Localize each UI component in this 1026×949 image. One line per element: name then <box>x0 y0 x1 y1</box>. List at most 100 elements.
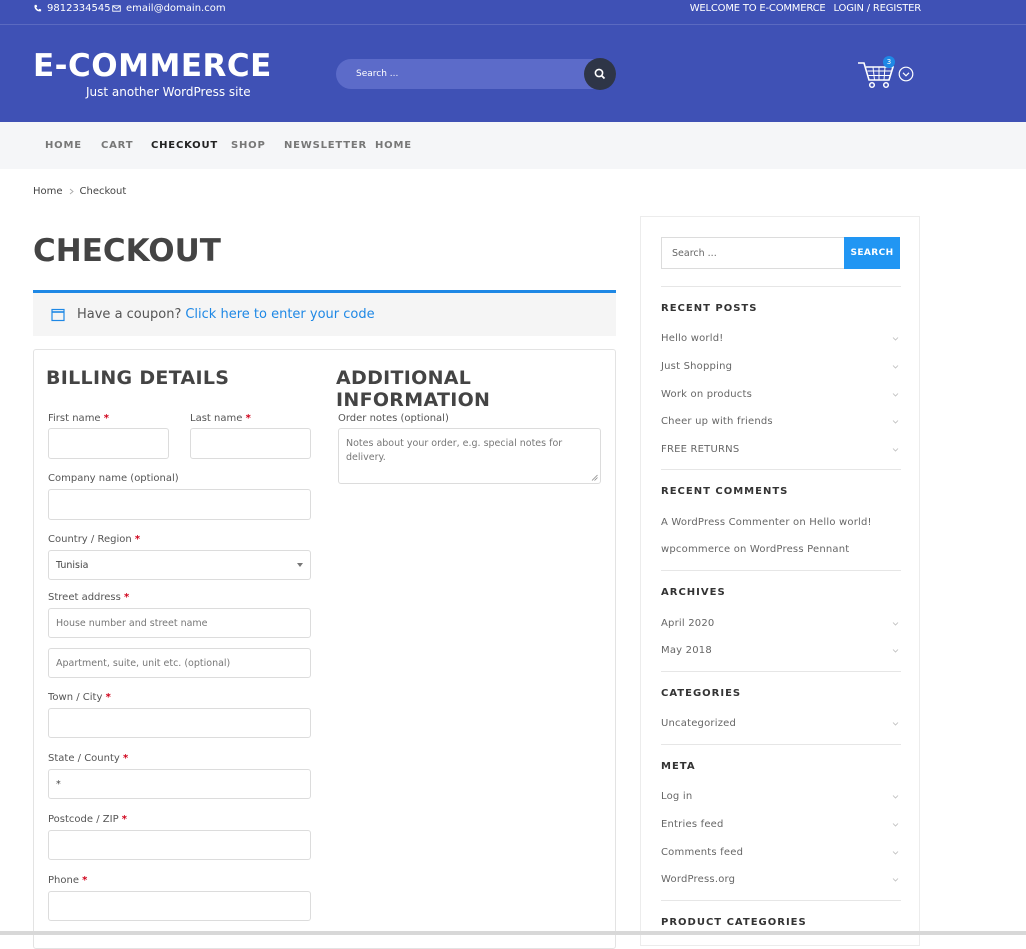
breadcrumb-current: Checkout <box>79 186 127 197</box>
header-search-input[interactable] <box>336 59 586 89</box>
divider <box>661 469 901 470</box>
chevron-down-icon <box>892 420 899 424</box>
category-item[interactable]: Uncategorized <box>661 718 901 729</box>
recent-posts-title: RECENT POSTS <box>661 303 758 314</box>
archive-item[interactable]: April 2020 <box>661 618 901 629</box>
recent-post-item[interactable]: Hello world! <box>661 333 901 344</box>
country-select[interactable]: Tunisia <box>48 550 311 580</box>
archive-label: April 2020 <box>661 618 715 629</box>
breadcrumb: Home Checkout <box>33 186 126 197</box>
company-field[interactable] <box>48 489 311 520</box>
meta-item[interactable]: Entries feed <box>661 819 901 830</box>
required-mark: * <box>124 592 130 603</box>
chevron-down-icon <box>892 393 899 397</box>
recent-post-label: Work on products <box>661 389 753 400</box>
sidebar-search-button[interactable]: SEARCH <box>844 237 900 269</box>
street-label-text: Street address <box>48 592 121 603</box>
categories-title: CATEGORIES <box>661 688 742 699</box>
chevron-down-icon <box>892 878 899 882</box>
meta-label: Entries feed <box>661 819 724 830</box>
street-address-2-field[interactable]: Apartment, suite, unit etc. (optional) <box>48 648 311 678</box>
sidebar-search-input[interactable]: Search ... <box>661 237 845 269</box>
recent-post-label: Hello world! <box>661 333 724 344</box>
checkout-form: BILLING DETAILS ADDITIONAL INFORMATION F… <box>33 349 616 949</box>
state-label-text: State / County <box>48 753 120 764</box>
order-notes-placeholder: Notes about your order, e.g. special not… <box>346 438 563 463</box>
town-field[interactable] <box>48 708 311 738</box>
chevron-down-icon <box>892 337 899 341</box>
postcode-field[interactable] <box>48 830 311 860</box>
email-contact[interactable]: email@domain.com <box>112 3 226 14</box>
chevron-right-icon <box>69 188 74 195</box>
meta-item[interactable]: Log in <box>661 791 901 802</box>
cart-button[interactable]: 3 <box>857 56 897 90</box>
phone-icon <box>34 4 42 12</box>
billing-details-title: BILLING DETAILS <box>46 367 230 389</box>
breadcrumb-home[interactable]: Home <box>33 186 63 197</box>
phone-label-text: Phone <box>48 875 79 886</box>
site-title[interactable]: E-COMMERCE <box>33 48 272 84</box>
street-address-1-field[interactable]: House number and street name <box>48 608 311 638</box>
nav-item-newsletter[interactable]: NEWSLETTER <box>284 140 367 151</box>
street-label: Street address * <box>48 592 129 603</box>
phone-number: 9812334545 <box>47 3 111 14</box>
chevron-down-icon <box>892 622 899 626</box>
recent-post-label: Cheer up with friends <box>661 416 773 427</box>
coupon-notice: Have a coupon? Click here to enter your … <box>33 290 616 336</box>
phone-label: Phone * <box>48 875 87 886</box>
street-2-placeholder: Apartment, suite, unit etc. (optional) <box>56 657 231 669</box>
first-name-label-text: First name <box>48 413 101 424</box>
sidebar: Search ... SEARCH RECENT POSTS Hello wor… <box>640 216 920 946</box>
nav-item-cart[interactable]: CART <box>101 140 133 151</box>
recent-post-item[interactable]: Just Shopping <box>661 361 901 372</box>
company-label: Company name (optional) <box>48 473 179 484</box>
divider <box>661 900 901 901</box>
first-name-field[interactable] <box>48 428 169 459</box>
recent-comment-item[interactable]: A WordPress Commenter on Hello world! <box>661 517 901 528</box>
meta-item[interactable]: WordPress.org <box>661 874 901 885</box>
nav-item-home[interactable]: HOME <box>45 140 82 151</box>
archive-label: May 2018 <box>661 645 712 656</box>
chevron-down-icon <box>892 823 899 827</box>
nav-item-shop[interactable]: SHOP <box>231 140 266 151</box>
archive-item[interactable]: May 2018 <box>661 645 901 656</box>
coupon-text: Have a coupon? <box>77 307 182 322</box>
last-name-label: Last name * <box>190 413 251 424</box>
order-notes-textarea[interactable]: Notes about your order, e.g. special not… <box>338 428 601 484</box>
required-mark: * <box>134 534 141 545</box>
postcode-label: Postcode / ZIP * <box>48 814 127 825</box>
state-label: State / County * <box>48 753 128 764</box>
recent-comment-item[interactable]: wpcommerce on WordPress Pennant <box>661 544 901 555</box>
header-search-button[interactable] <box>584 58 616 90</box>
recent-post-label: Just Shopping <box>661 361 733 372</box>
dropdown-caret-icon <box>297 563 303 567</box>
coupon-link[interactable]: Click here to enter your code <box>185 307 374 322</box>
top-strip: 9812334545 email@domain.com WELCOME TO E… <box>0 0 1026 25</box>
required-mark: * <box>105 692 111 703</box>
archives-title: ARCHIVES <box>661 587 726 598</box>
recent-post-item[interactable]: Cheer up with friends <box>661 416 901 427</box>
recent-post-item[interactable]: Work on products <box>661 389 901 400</box>
required-mark: * <box>245 413 251 424</box>
recent-post-item[interactable]: FREE RETURNS <box>661 444 901 455</box>
additional-info-title: ADDITIONAL INFORMATION <box>336 367 491 411</box>
chevron-down-icon <box>892 795 899 799</box>
search-icon <box>594 68 606 80</box>
nav-item-checkout[interactable]: CHECKOUT <box>151 140 218 151</box>
chevron-down-circle-icon[interactable] <box>898 66 914 82</box>
country-value: Tunisia <box>56 559 89 571</box>
chevron-down-icon <box>892 448 899 452</box>
divider <box>661 570 901 571</box>
divider <box>661 671 901 672</box>
recent-post-label: FREE RETURNS <box>661 444 740 455</box>
envelope-icon <box>112 5 121 12</box>
state-field[interactable]: * <box>48 769 311 799</box>
meta-item[interactable]: Comments feed <box>661 847 901 858</box>
email-address: email@domain.com <box>126 3 226 14</box>
resize-handle-icon[interactable] <box>591 474 598 481</box>
login-register-link[interactable]: LOGIN / REGISTER <box>834 3 922 14</box>
first-name-label: First name * <box>48 413 109 424</box>
last-name-field[interactable] <box>190 428 311 459</box>
nav-item-home-2[interactable]: HOME <box>375 140 412 151</box>
phone-field[interactable] <box>48 891 311 921</box>
